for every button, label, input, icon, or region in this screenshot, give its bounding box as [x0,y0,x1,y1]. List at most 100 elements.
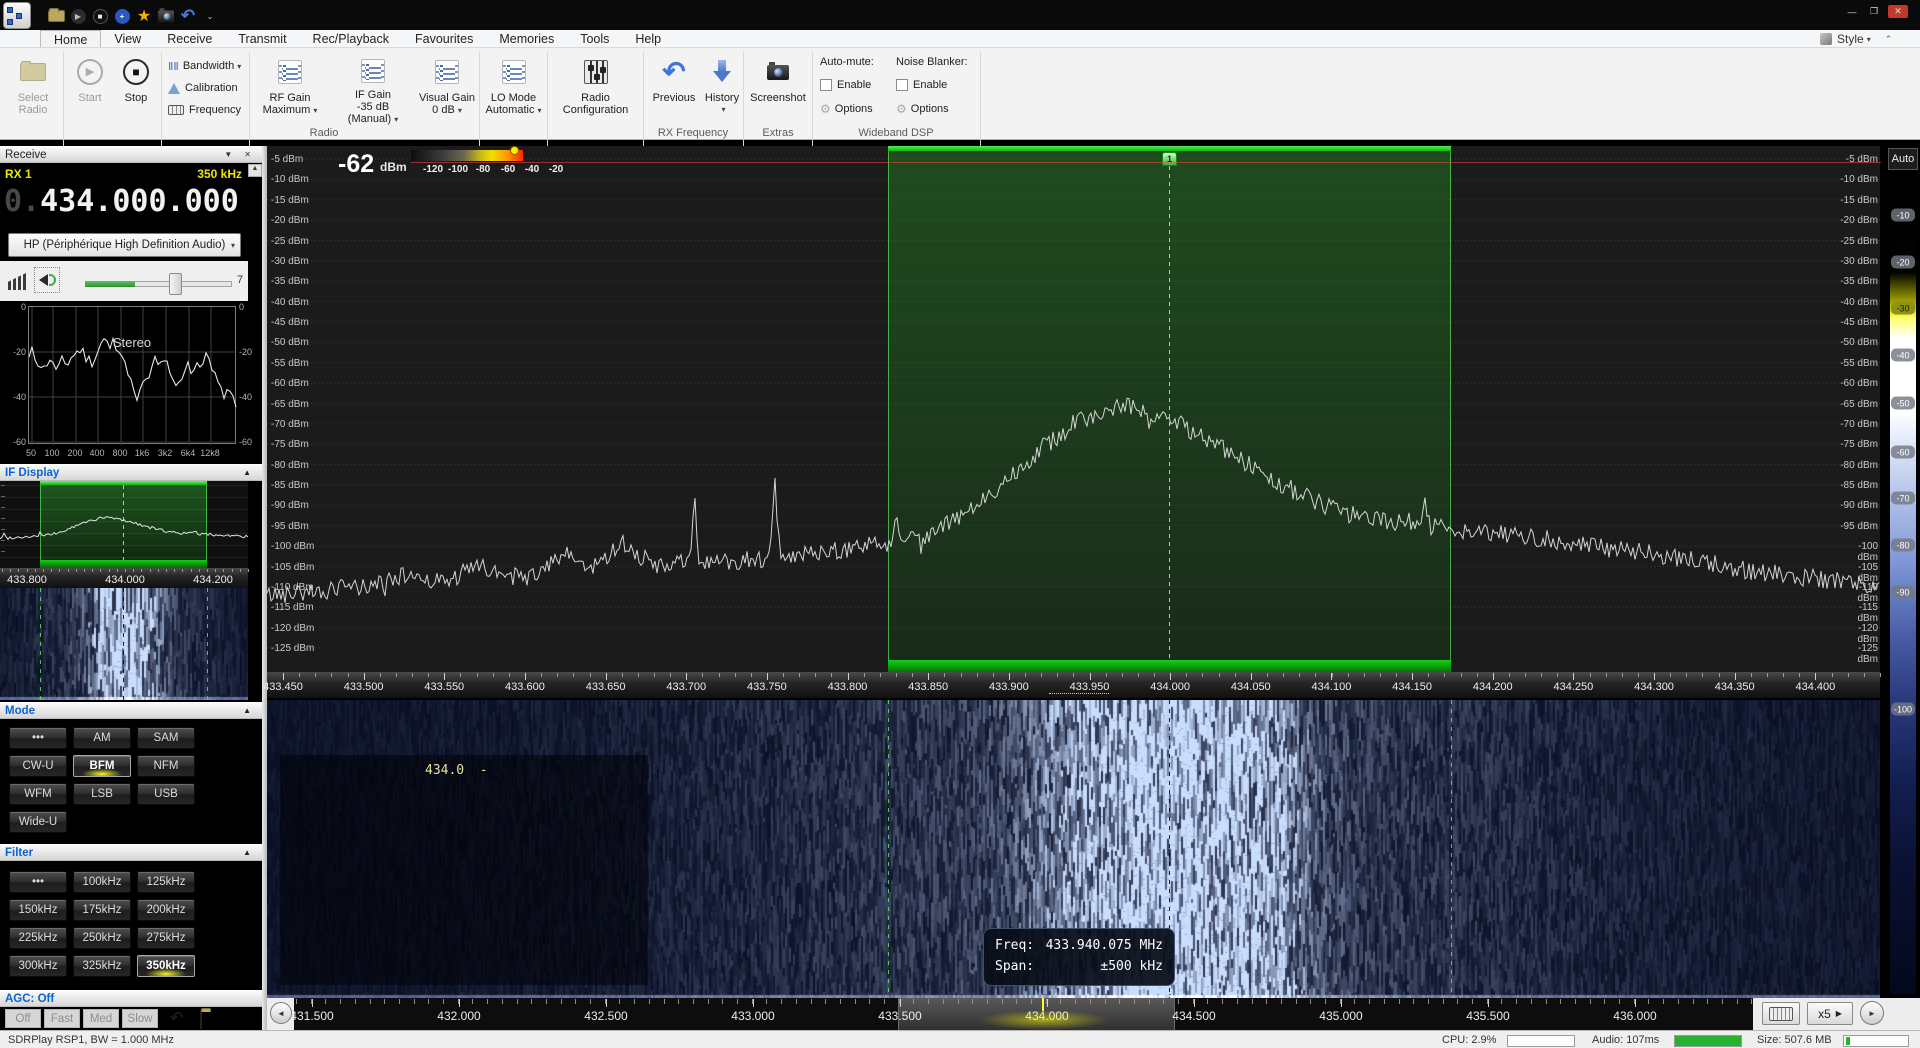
minimize-ribbon-icon[interactable]: ⌃ [1885,34,1893,45]
if-waterfall[interactable] [0,588,248,700]
filter-button-[interactable]: ••• [9,871,67,893]
undo-icon[interactable]: ↶ [178,7,198,25]
panel-collapse-icon[interactable]: ▲ [237,706,257,715]
play-icon[interactable]: ▶ [68,7,88,25]
volume-slider-handle[interactable] [169,273,182,295]
agc-button-off[interactable]: Off [5,1009,41,1028]
tab-tools[interactable]: Tools [567,30,622,47]
tab-favourites[interactable]: Favourites [402,30,486,47]
scroll-up-arrow[interactable]: ▲ [248,164,262,177]
camera-icon[interactable] [156,7,176,25]
if-axis-tick [158,569,159,572]
zoom-factor-button[interactable]: x5▶ [1807,1002,1853,1025]
add-icon[interactable]: + [112,7,132,25]
filter-button-125khz[interactable]: 125kHz [137,871,195,893]
mode-button-nfm[interactable]: NFM [137,755,195,777]
agc-back-arrow-icon[interactable]: ↶ [170,1008,183,1028]
app-icon[interactable] [3,2,31,29]
if-gain-button[interactable]: IF Gain -35 dB (Manual)▾ [331,52,415,126]
mode-button-wfm[interactable]: WFM [9,783,67,805]
style-menu[interactable]: Style ▾ ⌃ [1820,31,1892,47]
axis-tick [638,673,639,677]
filter-button-225khz[interactable]: 225kHz [9,927,67,949]
mode-button-usb[interactable]: USB [137,783,195,805]
spectrum-display[interactable]: 1 -62 dBm -120-100-80-60-40-20 [267,146,1880,672]
panel-collapse-icon[interactable]: ▼ [218,150,238,159]
if-axis-tick [207,569,208,572]
tab-receive[interactable]: Receive [154,30,225,47]
open-folder-icon[interactable] [46,7,66,25]
tab-rec-playback[interactable]: Rec/Playback [300,30,402,47]
tab-help[interactable]: Help [622,30,674,47]
panel-collapse-icon[interactable]: ▲ [237,848,257,857]
audio-device-dropdown[interactable]: HP (Périphérique High Definition Audio) … [8,233,241,257]
agc-button-med[interactable]: Med [83,1009,119,1028]
noise-blanker-enable-checkbox[interactable]: Enable [896,79,947,91]
tab-home[interactable]: Home [40,30,101,47]
agc-button-fast[interactable]: Fast [44,1009,80,1028]
palette-gradient[interactable] [1890,174,1916,994]
scroll-right-button[interactable]: ► [1860,1001,1884,1025]
mode-button-bfm[interactable]: BFM [73,755,131,777]
visual-gain-button[interactable]: Visual Gain 0 dB▾ [417,52,477,126]
auto-mute-enable-checkbox[interactable]: Enable [820,79,871,91]
tab-view[interactable]: View [101,30,154,47]
filter-button-325khz[interactable]: 325kHz [73,955,131,977]
history-button[interactable]: History ▾ [702,52,742,126]
axis-tick [590,673,591,677]
radio-configuration-button[interactable]: Radio Configuration [550,52,641,126]
filter-button-175khz[interactable]: 175kHz [73,899,131,921]
mode-button-[interactable]: ••• [9,727,67,749]
agc-button-slow[interactable]: Slow [122,1009,158,1028]
lo-mode-button[interactable]: LO Mode Automatic▾ [482,52,545,126]
previous-button[interactable]: ↶ Previous [648,52,700,126]
auto-mute-options-button[interactable]: ⚙Options [820,102,873,116]
select-radio-button[interactable]: Select Radio [6,52,60,126]
if-spectrum-mini[interactable] [0,481,248,568]
speaker-icon[interactable] [34,267,60,293]
stop-button[interactable]: ■ Stop [114,52,158,126]
rx-marker-flag[interactable]: 1 [1162,152,1177,166]
noise-blanker-options-button[interactable]: ⚙Options [896,102,949,116]
gear-icon: ⚙ [820,102,831,116]
qat-customize-icon[interactable]: ⌄ [200,7,220,25]
tab-memories[interactable]: Memories [486,30,567,47]
agc-folder-icon[interactable] [200,1011,202,1029]
filter-button-150khz[interactable]: 150kHz [9,899,67,921]
maximize-button[interactable]: ❐ [1864,5,1884,18]
filter-button-200khz[interactable]: 200kHz [137,899,195,921]
palette-marker-dot[interactable] [510,146,519,155]
spectrum-frequency-axis[interactable]: 433.450433.500433.550433.600433.650433.7… [267,672,1880,698]
filter-button-350khz[interactable]: 350kHz [137,955,195,977]
mode-button-wideu[interactable]: Wide-U [9,811,67,833]
mode-button-lsb[interactable]: LSB [73,783,131,805]
filter-button-100khz[interactable]: 100kHz [73,871,131,893]
minimize-button[interactable]: — [1842,5,1862,18]
screenshot-button[interactable]: Screenshot [748,52,808,126]
start-button[interactable]: ▶ Start [68,52,112,126]
stop-icon[interactable]: ■ [90,7,110,25]
rf-gain-button[interactable]: RF Gain Maximum▾ [252,52,328,126]
frequency-display[interactable]: RX 1 350 kHz 0.434.000.000 [0,164,248,228]
mode-button-sam[interactable]: SAM [137,727,195,749]
palette-auto-button[interactable]: Auto [1888,148,1918,170]
filter-button-300khz[interactable]: 300kHz [9,955,67,977]
palette-colorbar[interactable] [411,150,523,161]
db-label-left: -65 dBm [271,399,309,410]
panel-close-icon[interactable]: ✕ [238,150,257,159]
scroll-left-button[interactable]: ◄ [270,1002,292,1024]
filter-button-250khz[interactable]: 250kHz [73,927,131,949]
tab-transmit[interactable]: Transmit [225,30,299,47]
equalizer-icon[interactable] [8,272,28,290]
bandwidth-button[interactable]: ⅡⅡ Bandwidth▾ [168,56,241,76]
frequency-button[interactable]: Frequency [168,100,241,120]
panel-collapse-icon[interactable]: ▲ [237,468,257,477]
band-scale[interactable]: 431.500432.000432.500433.000433.500434.0… [294,998,1753,1030]
keyboard-entry-button[interactable] [1762,1002,1800,1025]
close-button[interactable]: ✕ [1888,5,1908,18]
favourite-star-icon[interactable]: ★ [134,7,154,25]
mode-button-am[interactable]: AM [73,727,131,749]
calibration-button[interactable]: Calibration [168,78,238,98]
filter-button-275khz[interactable]: 275kHz [137,927,195,949]
mode-button-cwu[interactable]: CW-U [9,755,67,777]
